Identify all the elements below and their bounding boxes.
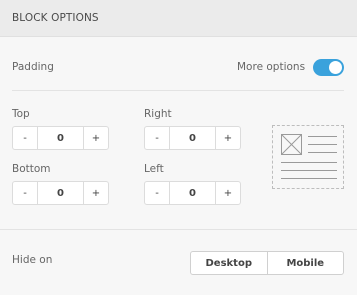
padding-bottom-input[interactable]: 0 <box>37 182 84 204</box>
more-options-label: More options <box>237 61 306 73</box>
padding-right-increment-button[interactable]: + <box>216 127 240 149</box>
hide-on-segmented-control: Desktop Mobile <box>190 251 344 275</box>
padding-left-stepper: - 0 + <box>144 181 241 205</box>
padding-bottom-stepper: - 0 + <box>12 181 109 205</box>
padding-left-increment-button[interactable]: + <box>216 182 240 204</box>
padding-left-decrement-button[interactable]: - <box>145 182 169 204</box>
hide-on-mobile-button[interactable]: Mobile <box>266 252 344 274</box>
divider <box>12 90 344 91</box>
padding-right-decrement-button[interactable]: - <box>145 127 169 149</box>
left-label: Left <box>144 163 164 175</box>
padding-left-input[interactable]: 0 <box>169 182 216 204</box>
more-options-toggle[interactable] <box>313 59 344 76</box>
padding-bottom-increment-button[interactable]: + <box>84 182 108 204</box>
panel-title: BLOCK OPTIONS <box>12 12 99 24</box>
padding-right-stepper: - 0 + <box>144 126 241 150</box>
padding-bottom-decrement-button[interactable]: - <box>13 182 37 204</box>
panel-header: BLOCK OPTIONS <box>0 0 357 37</box>
block-layout-preview-icon <box>281 134 337 179</box>
padding-right-input[interactable]: 0 <box>169 127 216 149</box>
right-label: Right <box>144 108 172 120</box>
bottom-label: Bottom <box>12 163 51 175</box>
top-label: Top <box>12 108 30 120</box>
section-divider <box>0 229 357 230</box>
padding-top-increment-button[interactable]: + <box>84 127 108 149</box>
hide-on-desktop-button[interactable]: Desktop <box>191 252 267 274</box>
hide-on-label: Hide on <box>12 254 53 266</box>
padding-top-decrement-button[interactable]: - <box>13 127 37 149</box>
padding-top-stepper: - 0 + <box>12 126 109 150</box>
padding-label: Padding <box>12 61 54 73</box>
padding-preview <box>272 125 344 189</box>
toggle-knob <box>329 61 342 74</box>
padding-top-input[interactable]: 0 <box>37 127 84 149</box>
